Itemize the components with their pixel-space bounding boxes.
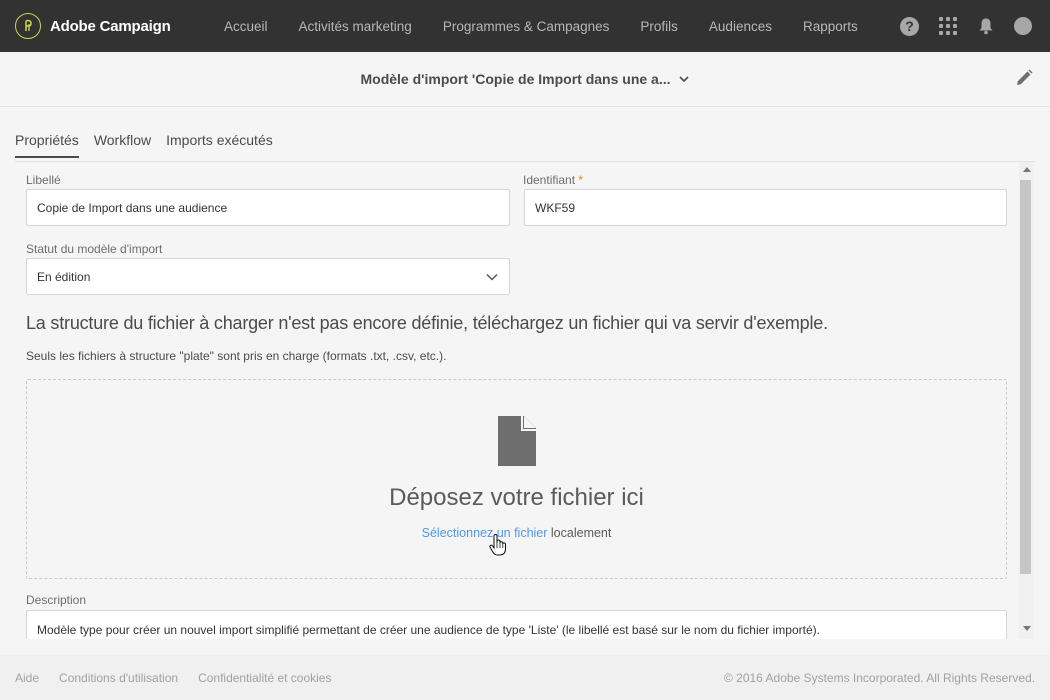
footer-link-conditions[interactable]: Conditions d'utilisation	[59, 671, 178, 685]
nav-icons: ?	[900, 0, 1032, 52]
nav-item-rapports[interactable]: Rapports	[803, 19, 858, 34]
nav-item-activites-marketing[interactable]: Activités marketing	[299, 19, 412, 34]
statut-label: Statut du modèle d'import	[26, 242, 163, 256]
libelle-label: Libellé	[26, 173, 61, 187]
identifiant-input[interactable]: WKF59	[524, 189, 1007, 226]
libelle-input[interactable]: Copie de Import dans une audience	[26, 189, 510, 226]
brand[interactable]: Adobe Campaign	[15, 13, 171, 39]
edit-pencil-icon[interactable]	[1014, 68, 1034, 93]
main-menu: Accueil Activités marketing Programmes &…	[224, 0, 889, 52]
scroll-down-arrow-icon[interactable]	[1023, 626, 1031, 631]
properties-panel: Libellé Copie de Import dans une audienc…	[15, 161, 1035, 639]
nav-item-profils[interactable]: Profils	[640, 19, 678, 34]
tab-bar: Propriétés Workflow Imports exécutés	[15, 132, 273, 158]
page-title-dropdown[interactable]: Modèle d'import 'Copie de Import dans un…	[360, 71, 689, 87]
chevron-down-icon	[486, 273, 498, 281]
help-icon[interactable]: ?	[900, 16, 919, 36]
identifiant-label: Identifiant *	[523, 173, 583, 187]
description-textarea[interactable]: Modèle type pour créer un nouvel import …	[26, 610, 1007, 639]
nav-item-programmes-campagnes[interactable]: Programmes & Campagnes	[443, 19, 610, 34]
scroll-up-arrow-icon[interactable]	[1023, 167, 1031, 172]
description-label: Description	[26, 593, 87, 607]
file-dropzone[interactable]: Déposez votre fichier ici Sélectionnez u…	[26, 379, 1007, 579]
tab-workflow[interactable]: Workflow	[94, 132, 151, 158]
drop-title: Déposez votre fichier ici	[389, 484, 644, 511]
select-file-suffix: localement	[550, 526, 612, 540]
adobe-campaign-logo-icon	[15, 13, 41, 39]
top-navigation: Adobe Campaign Accueil Activités marketi…	[0, 0, 1050, 52]
select-file-link[interactable]: Sélectionnez un fichier	[422, 526, 548, 540]
description-value: Modèle type pour créer un nouvel import …	[37, 623, 820, 637]
drop-subtitle: Sélectionnez un fichier localement	[27, 526, 1006, 540]
page-title: Modèle d'import 'Copie de Import dans un…	[360, 71, 671, 87]
copyright: © 2016 Adobe Systems Incorporated. All R…	[723, 670, 1035, 685]
notification-bell-icon[interactable]	[977, 17, 995, 35]
upload-note: Seuls les fichiers à structure "plate" s…	[26, 349, 447, 363]
app-grid-icon[interactable]	[938, 16, 958, 36]
statut-value: En édition	[37, 269, 91, 284]
identifiant-label-text: Identifiant	[523, 173, 576, 187]
title-bar: Modèle d'import 'Copie de Import dans un…	[0, 52, 1050, 107]
upload-headline: La structure du fichier à charger n'est …	[26, 313, 828, 333]
help-glyph: ?	[900, 16, 919, 36]
tab-proprietes[interactable]: Propriétés	[15, 132, 79, 158]
scrollbar-thumb[interactable]	[1020, 180, 1031, 574]
hand-pointer-cursor-icon	[489, 533, 507, 561]
brand-name: Adobe Campaign	[50, 17, 171, 35]
footer-link-aide[interactable]: Aide	[15, 671, 39, 685]
required-marker: *	[578, 173, 584, 187]
nav-item-audiences[interactable]: Audiences	[709, 19, 772, 34]
nav-item-accueil[interactable]: Accueil	[224, 19, 268, 34]
statut-select[interactable]: En édition	[26, 258, 510, 295]
chevron-down-icon	[678, 76, 689, 83]
identifiant-value: WKF59	[535, 200, 576, 215]
footer: Aide Conditions d'utilisation Confidenti…	[0, 655, 1050, 700]
footer-link-confidentialite[interactable]: Confidentialité et cookies	[198, 671, 331, 685]
libelle-value: Copie de Import dans une audience	[37, 200, 228, 215]
user-avatar-icon[interactable]	[1014, 17, 1032, 35]
tab-imports-executes[interactable]: Imports exécutés	[166, 132, 273, 158]
file-icon	[498, 416, 536, 471]
